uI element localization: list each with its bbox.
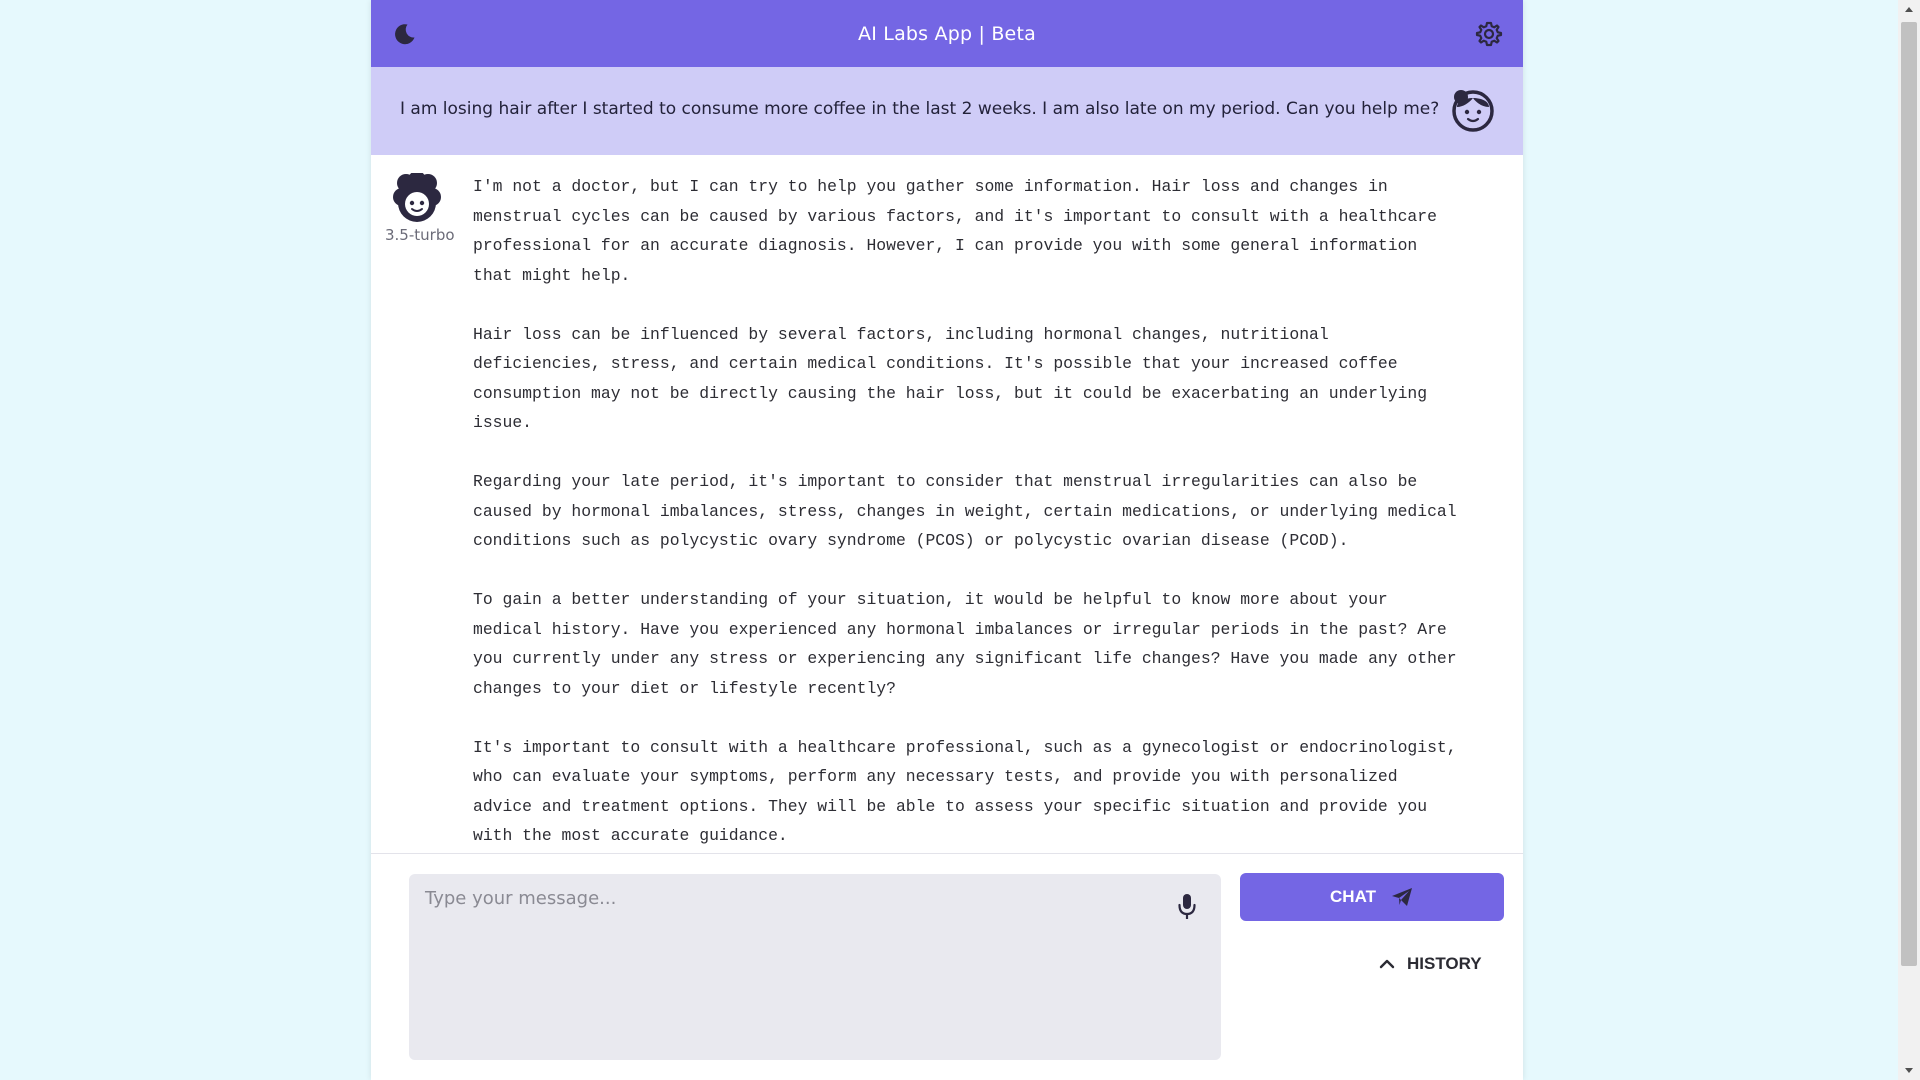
app-header: AI Labs App | Beta	[371, 0, 1523, 67]
assistant-message-row: 3.5-turbo I'm not a doctor, but I can tr…	[371, 155, 1523, 853]
chat-send-button[interactable]: CHAT	[1240, 873, 1504, 921]
assistant-message-text: I'm not a doctor, but I can try to help …	[473, 172, 1498, 853]
history-label: HISTORY	[1407, 954, 1482, 973]
composer-divider	[371, 853, 1523, 854]
microphone-button[interactable]	[1175, 892, 1199, 922]
scrollbar-thumb[interactable]	[1901, 22, 1917, 966]
app-title: AI Labs App | Beta	[858, 22, 1036, 45]
settings-button[interactable]	[1475, 20, 1503, 48]
model-label: 3.5-turbo	[385, 226, 455, 244]
assistant-paragraph: To gain a better understanding of your s…	[473, 590, 1457, 698]
history-toggle-button[interactable]: HISTORY	[1379, 951, 1482, 977]
assistant-paragraph: Hair loss can be influenced by several f…	[473, 324, 1428, 433]
chat-button-label: CHAT	[1330, 887, 1376, 906]
assistant-paragraph: It's important to consult with a healthc…	[473, 737, 1457, 846]
assistant-paragraph: Regarding your late period, it's importa…	[473, 472, 1457, 550]
send-icon	[1391, 888, 1412, 906]
app-window: AI Labs App | Beta I am losing hair afte…	[371, 0, 1523, 1080]
gear-icon	[1475, 21, 1503, 47]
scroll-up-arrow-icon[interactable]	[1898, 0, 1920, 20]
theme-toggle-button[interactable]	[391, 20, 419, 48]
user-message-row: I am losing hair after I started to cons…	[371, 67, 1523, 155]
moon-icon	[395, 24, 415, 45]
assistant-paragraph: I'm not a doctor, but I can try to help …	[473, 177, 1437, 285]
page-scrollbar[interactable]	[1898, 0, 1920, 1080]
assistant-avatar-icon	[393, 173, 441, 222]
message-input[interactable]	[409, 874, 1201, 1072]
scroll-down-arrow-icon[interactable]	[1898, 1060, 1920, 1080]
chevron-up-icon	[1379, 959, 1395, 969]
user-message-text: I am losing hair after I started to cons…	[400, 99, 1440, 119]
microphone-icon	[1178, 894, 1196, 919]
user-avatar-icon	[1452, 90, 1494, 132]
message-input-container	[409, 874, 1221, 1072]
